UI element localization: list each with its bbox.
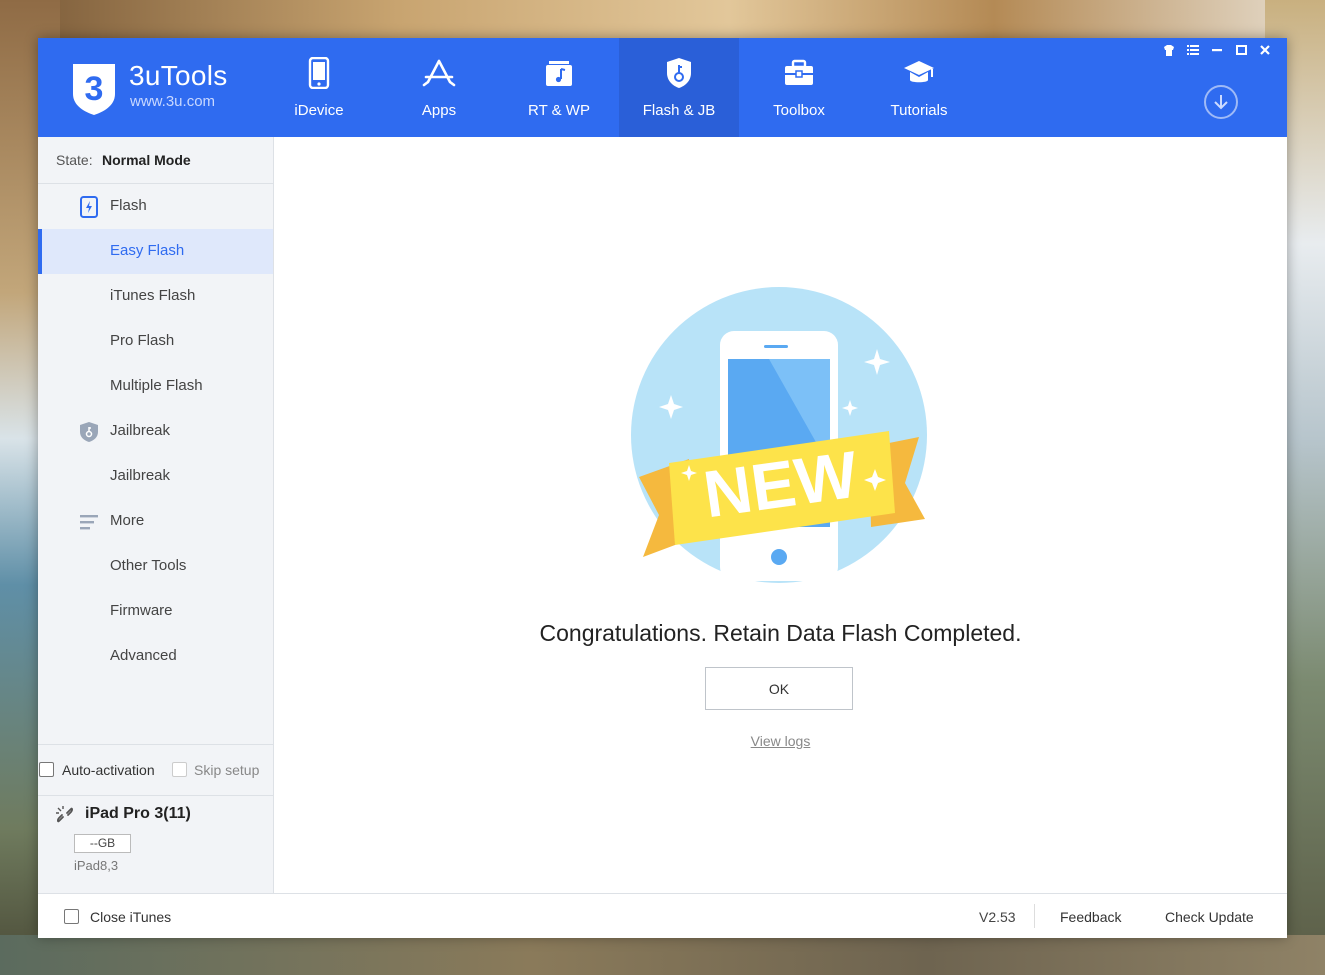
nav-idevice-label: iDevice (294, 102, 344, 119)
sidebar-item-other-tools[interactable]: Other Tools (38, 544, 273, 589)
check-update-link[interactable]: Check Update (1165, 909, 1254, 925)
sidebar-item-advanced[interactable]: Advanced (38, 634, 273, 679)
status-bar: Close iTunes V2.53 Feedback Check Update (38, 893, 1287, 938)
sidebar: State: Normal Mode Flash Easy Flash iTun… (38, 137, 274, 893)
sidebar-section-jailbreak[interactable]: Jailbreak (38, 409, 273, 454)
shield-icon (80, 422, 98, 442)
nav-idevice[interactable]: iDevice (259, 38, 379, 137)
sidebar-section-more[interactable]: More (38, 499, 273, 544)
sidebar-item-pro-flash[interactable]: Pro Flash (38, 319, 273, 364)
sidebar-item-label: iTunes Flash (110, 287, 196, 304)
auto-activation-checkbox[interactable] (39, 762, 54, 777)
main-content: NEW Congratulations. Retain Data Flash C… (274, 137, 1287, 893)
sidebar-item-itunes-flash[interactable]: iTunes Flash (38, 274, 273, 319)
shirt-icon[interactable] (1157, 40, 1181, 60)
activation-options: Auto-activation Skip setup (38, 744, 273, 796)
sidebar-item-label: Jailbreak (110, 467, 171, 484)
sidebar-section-flash[interactable]: Flash (38, 184, 273, 229)
nav-rt-wp[interactable]: RT & WP (499, 38, 619, 137)
sidebar-item-label: Advanced (110, 647, 177, 664)
state-label: State: (56, 152, 93, 168)
minimize-icon[interactable] (1205, 40, 1229, 60)
ringtone-icon (499, 56, 619, 90)
sidebar-item-label: Other Tools (110, 557, 187, 574)
phone-icon (259, 56, 379, 90)
skip-setup-checkbox[interactable] (172, 762, 187, 777)
disconnected-link-icon (56, 806, 74, 823)
sidebar-item-label: Jailbreak (110, 422, 171, 439)
nav-toolbox[interactable]: Toolbox (739, 38, 859, 137)
sidebar-item-label: Firmware (110, 602, 173, 619)
state-value: Normal Mode (102, 152, 191, 168)
device-model: iPad8,3 (74, 858, 119, 873)
close-icon[interactable] (1253, 40, 1277, 60)
view-logs-link[interactable]: View logs (274, 733, 1287, 749)
ok-button[interactable]: OK (705, 667, 853, 710)
top-navigation-bar: 3 3uTools www.3u.com iDevice Apps RT & W… (38, 38, 1287, 137)
flash-tablet-icon (80, 196, 98, 218)
app-title: 3uTools (129, 60, 228, 91)
sidebar-item-label: Multiple Flash (110, 377, 203, 394)
maximize-icon[interactable] (1229, 40, 1253, 60)
list-icon[interactable] (1181, 40, 1205, 60)
sidebar-item-label: Pro Flash (110, 332, 175, 349)
nav-toolbox-label: Toolbox (773, 102, 825, 119)
graduation-cap-icon (859, 56, 979, 90)
app-store-icon (379, 56, 499, 90)
sidebar-item-label: Flash (110, 197, 147, 214)
sidebar-item-label: Easy Flash (110, 242, 185, 259)
close-itunes-checkbox[interactable] (64, 909, 79, 924)
sidebar-item-label: More (110, 512, 145, 529)
close-itunes-label: Close iTunes (90, 909, 172, 925)
nav-tutorials-label: Tutorials (890, 102, 948, 119)
auto-activation-label: Auto-activation (62, 762, 155, 778)
desktop-background-top (0, 0, 1325, 40)
download-button[interactable] (1204, 85, 1238, 119)
device-info: iPad Pro 3(11) --GB iPad8,3 (38, 795, 273, 893)
nav-flash-jb[interactable]: Flash & JB (619, 38, 739, 137)
app-window: 3 3uTools www.3u.com iDevice Apps RT & W… (38, 38, 1287, 938)
feedback-link[interactable]: Feedback (1060, 909, 1121, 925)
nav-apps[interactable]: Apps (379, 38, 499, 137)
toolbox-icon (739, 56, 859, 90)
nav-flash-jb-label: Flash & JB (642, 102, 716, 119)
shield-key-icon (619, 56, 739, 90)
device-name: iPad Pro 3(11) (85, 805, 191, 822)
sidebar-item-firmware[interactable]: Firmware (38, 589, 273, 634)
nav-apps-label: Apps (421, 102, 457, 119)
app-logo-icon: 3 (73, 64, 115, 115)
device-state: State: Normal Mode (38, 137, 273, 184)
download-arrow-icon (1214, 95, 1228, 110)
menu-lines-icon (80, 515, 98, 530)
sidebar-item-easy-flash[interactable]: Easy Flash (38, 229, 273, 274)
nav-rt-wp-label: RT & WP (528, 102, 590, 119)
window-controls (1157, 40, 1277, 60)
completion-message: Congratulations. Retain Data Flash Compl… (539, 620, 1022, 646)
new-phone-illustration: NEW (631, 287, 927, 583)
version-label: V2.53 (979, 909, 1016, 925)
footer-divider (1034, 904, 1035, 928)
app-website: www.3u.com (130, 93, 216, 110)
app-logo-glyph: 3 (85, 70, 104, 108)
nav-tutorials[interactable]: Tutorials (859, 38, 979, 137)
skip-setup-label: Skip setup (194, 762, 260, 778)
sidebar-item-jailbreak[interactable]: Jailbreak (38, 454, 273, 499)
desktop-background-bottom (0, 935, 1325, 975)
sidebar-item-multiple-flash[interactable]: Multiple Flash (38, 364, 273, 409)
device-capacity: --GB (74, 834, 131, 853)
